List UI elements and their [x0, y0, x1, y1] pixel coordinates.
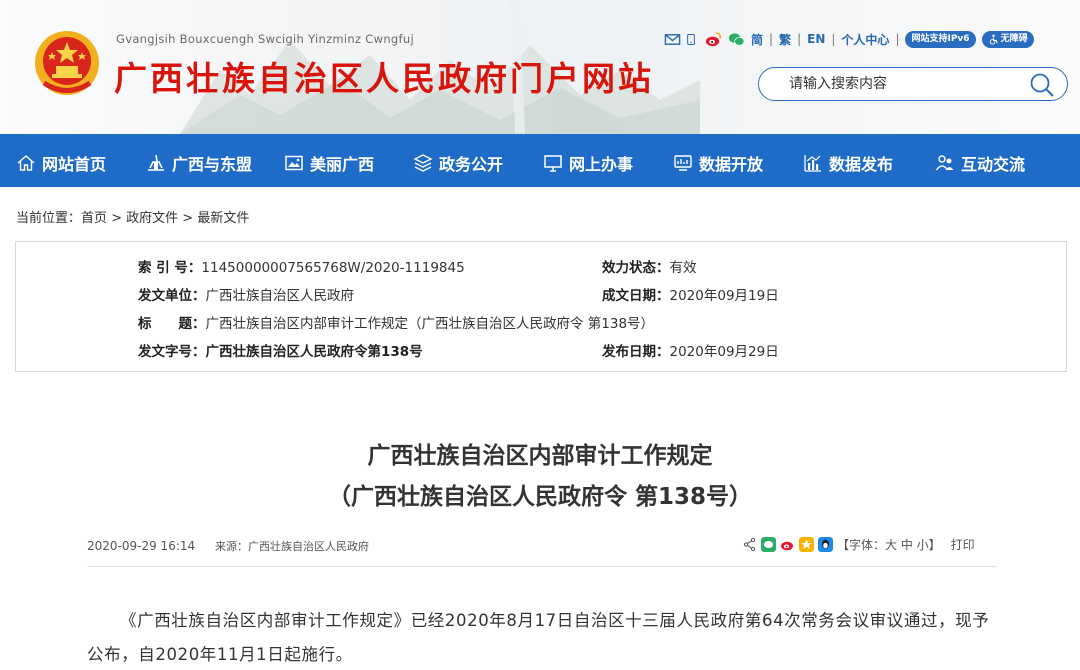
nav-item-open-data[interactable]: 数据开放: [673, 151, 763, 175]
issuer-label: 发文单位：: [138, 288, 206, 304]
article-source: 来源：广西壮族自治区人民政府: [214, 540, 369, 553]
nav-label: 数据开放: [699, 155, 764, 174]
article-body-paragraph: 《广西壮族自治区内部审计工作规定》已经2020年8月17日自治区十三届人民政府第…: [87, 611, 990, 664]
publish-datetime: 2020-09-29 16:14: [87, 539, 196, 553]
nav-label: 美丽广西: [310, 155, 375, 174]
qzone-share-icon[interactable]: [799, 537, 814, 552]
accessibility-label: 无障碍: [1000, 33, 1028, 44]
issuer-row: 发文单位：广西壮族自治区人民政府: [138, 284, 354, 304]
document-number-label: 发文字号：: [138, 344, 206, 360]
simplified-chinese-link[interactable]: 简: [751, 31, 763, 48]
nav-item-beautiful-guangxi[interactable]: 美丽广西: [284, 151, 374, 175]
mail-icon[interactable]: [664, 31, 681, 48]
accessibility-button[interactable]: 无障碍: [981, 30, 1034, 48]
photo-icon: [285, 155, 303, 171]
divider: |: [797, 32, 802, 46]
top-utility-bar: 简 | 繁 | EN | 个人中心 | 网站支持IPv6 无障碍: [664, 28, 1034, 50]
written-date-label: 成文日期：: [602, 288, 670, 304]
meta-divider: [87, 566, 997, 567]
divider: |: [831, 32, 836, 46]
search-input[interactable]: [789, 74, 1019, 94]
national-emblem-icon: [35, 31, 99, 95]
issuer-value: 广西壮族自治区人民政府: [205, 288, 355, 304]
published-date-label: 发布日期：: [602, 344, 670, 360]
nav-item-interaction[interactable]: 互动交流: [935, 151, 1025, 175]
search-icon[interactable]: [1029, 72, 1055, 98]
article-subtitle: （广西壮族自治区人民政府令 第138号）: [327, 484, 753, 510]
data-icon: [674, 155, 692, 171]
wheelchair-icon: [989, 34, 998, 45]
article-meta: 2020-09-29 16:14 来源：广西壮族自治区人民政府: [87, 538, 369, 554]
title-row: 标 题：广西壮族自治区内部审计工作规定（广西壮族自治区人民政府令 第138号）: [138, 312, 654, 332]
site-header: Gvangjsih Bouxcuengh Swcigih Yinzminz Cw…: [0, 0, 1080, 134]
divider: |: [895, 32, 900, 46]
main-nav: 网站首页 广西与东盟 美丽广西 政务公开 网上办事 数据开放 数据发布 互动交流: [0, 134, 1080, 187]
title-value: 广西壮族自治区内部审计工作规定（广西壮族自治区人民政府令 第138号）: [205, 316, 655, 332]
nav-label: 网站首页: [42, 155, 107, 174]
qq-share-icon[interactable]: [818, 537, 833, 552]
nav-label: 广西与东盟: [172, 155, 253, 174]
document-info-box: 索 引 号：11450000007565768W/2020-1119845 效力…: [15, 241, 1067, 372]
index-number-value: 11450000007565768W/2020-1119845: [201, 260, 465, 276]
nav-item-guangxi-asean[interactable]: 广西与东盟: [146, 151, 252, 175]
nav-item-data-release[interactable]: 数据发布: [803, 151, 893, 175]
breadcrumb[interactable]: 当前位置：首页 > 政府文件 > 最新文件: [16, 207, 249, 226]
published-date-value: 2020年09月29日: [669, 344, 779, 360]
ipv6-badge[interactable]: 网站支持IPv6: [905, 30, 976, 48]
nav-item-government-affairs[interactable]: 政务公开: [413, 151, 503, 175]
index-number-row: 索 引 号：11450000007565768W/2020-1119845: [138, 256, 465, 276]
title-label: 标 题：: [138, 316, 206, 332]
weibo-icon[interactable]: [705, 31, 722, 48]
nav-label: 网上办事: [569, 155, 634, 174]
document-number-value: 广西壮族自治区人民政府令第138号: [205, 344, 423, 360]
print-link[interactable]: 打印: [951, 536, 975, 553]
wechat-icon[interactable]: [728, 31, 745, 48]
article-title: 广西壮族自治区内部审计工作规定: [367, 443, 713, 469]
building-icon: [148, 154, 164, 171]
layers-icon: [413, 154, 433, 172]
home-icon: [17, 155, 35, 171]
people-icon: [935, 155, 954, 171]
status-value: 有效: [669, 260, 697, 276]
document-number-row: 发文字号：广西壮族自治区人民政府令第138号: [138, 340, 423, 360]
status-row: 效力状态：有效: [602, 256, 697, 276]
nav-item-online-services[interactable]: 网上办事: [543, 151, 633, 175]
chart-icon: [804, 155, 821, 172]
personal-center-link[interactable]: 个人中心: [841, 31, 889, 48]
nav-label: 数据发布: [829, 155, 894, 174]
site-pinyin-subtitle: Gvangjsih Bouxcuengh Swcigih Yinzminz Cw…: [116, 32, 414, 46]
font-size-control[interactable]: 【字体：大 中 小】: [837, 536, 941, 553]
site-title[interactable]: 广西壮族自治区人民政府门户网站: [114, 52, 654, 100]
nav-label: 政务公开: [439, 155, 504, 174]
traditional-chinese-link[interactable]: 繁: [779, 31, 791, 48]
status-label: 效力状态：: [602, 260, 670, 276]
search-box: [758, 67, 1068, 101]
written-date-value: 2020年09月19日: [669, 288, 779, 304]
nav-label: 互动交流: [961, 155, 1026, 174]
monitor-icon: [544, 155, 562, 172]
published-date-row: 发布日期：2020年09月29日: [602, 340, 779, 360]
nav-item-home[interactable]: 网站首页: [16, 151, 106, 175]
divider: |: [769, 32, 774, 46]
article-tools: 【字体：大 中 小】 打印: [742, 536, 975, 553]
mobile-icon[interactable]: [687, 31, 699, 48]
english-link[interactable]: EN: [807, 32, 825, 46]
written-date-row: 成文日期：2020年09月19日: [602, 284, 779, 304]
weibo-share-icon[interactable]: [780, 537, 795, 552]
share-icon[interactable]: [742, 537, 757, 552]
wechat-share-icon[interactable]: [761, 537, 776, 552]
index-number-label: 索 引 号：: [138, 260, 202, 276]
